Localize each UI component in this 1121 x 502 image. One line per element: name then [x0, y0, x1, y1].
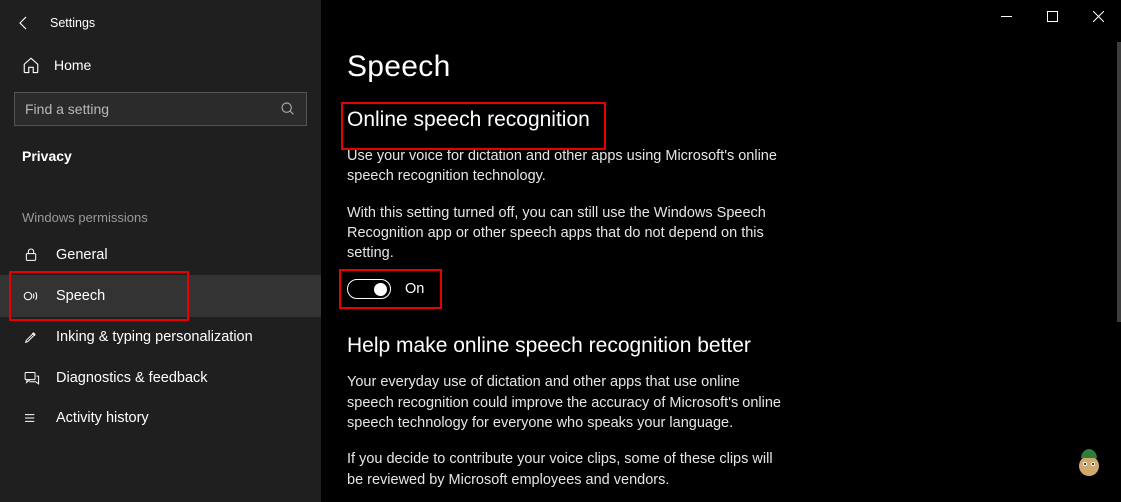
nav-item-label: Speech: [56, 288, 105, 304]
scrollbar-thumb[interactable]: [1117, 42, 1121, 322]
section-desc: Use your voice for dictation and other a…: [347, 146, 787, 187]
section-note-2: If you decide to contribute your voice c…: [347, 449, 787, 490]
online-speech-toggle[interactable]: [347, 279, 391, 299]
back-arrow-icon[interactable]: [14, 14, 32, 32]
category-label: Privacy: [0, 136, 321, 172]
search-placeholder: Find a setting: [25, 101, 109, 117]
feedback-icon: [22, 369, 40, 386]
nav-item-diagnostics[interactable]: Diagnostics & feedback: [0, 357, 321, 398]
search-input[interactable]: Find a setting: [14, 92, 307, 126]
nav-item-label: Diagnostics & feedback: [56, 370, 208, 386]
group-label: Windows permissions: [0, 172, 321, 235]
minimize-button[interactable]: [983, 0, 1029, 32]
toggle-knob: [374, 283, 387, 296]
home-nav[interactable]: Home: [0, 38, 321, 86]
nav-item-inking[interactable]: Inking & typing personalization: [0, 317, 321, 357]
search-icon: [280, 101, 296, 117]
toggle-row-online-speech: On: [347, 279, 424, 299]
main-content: Speech Online speech recognition Use you…: [321, 0, 1121, 502]
sidebar: Settings Home Find a setting Privacy Win…: [0, 0, 321, 502]
lock-icon: [22, 247, 40, 263]
pen-icon: [22, 329, 40, 345]
history-icon: [22, 410, 40, 426]
toggle-state-label: On: [405, 281, 424, 297]
nav-item-label: Inking & typing personalization: [56, 329, 253, 345]
nav-item-activity[interactable]: Activity history: [0, 398, 321, 438]
speech-icon: [22, 287, 40, 305]
nav-item-label: Activity history: [56, 410, 149, 426]
nav-item-speech[interactable]: Speech: [0, 275, 321, 317]
close-button[interactable]: [1075, 0, 1121, 32]
section-desc-2: Your everyday use of dictation and other…: [347, 372, 787, 433]
nav-item-general[interactable]: General: [0, 235, 321, 275]
window-controls: [983, 0, 1121, 32]
section-title-help-improve: Help make online speech recognition bett…: [347, 334, 751, 358]
maximize-button[interactable]: [1029, 0, 1075, 32]
home-icon: [22, 56, 40, 74]
page-title: Speech: [347, 50, 1081, 84]
mascot-badge: [1069, 440, 1109, 480]
section-note: With this setting turned off, you can st…: [347, 203, 787, 264]
section-title-online-speech: Online speech recognition: [347, 108, 590, 132]
window-title: Settings: [50, 16, 95, 30]
sidebar-header: Settings: [0, 10, 321, 38]
home-label: Home: [54, 57, 91, 73]
nav-item-label: General: [56, 247, 108, 263]
scrollbar[interactable]: [1117, 32, 1121, 502]
